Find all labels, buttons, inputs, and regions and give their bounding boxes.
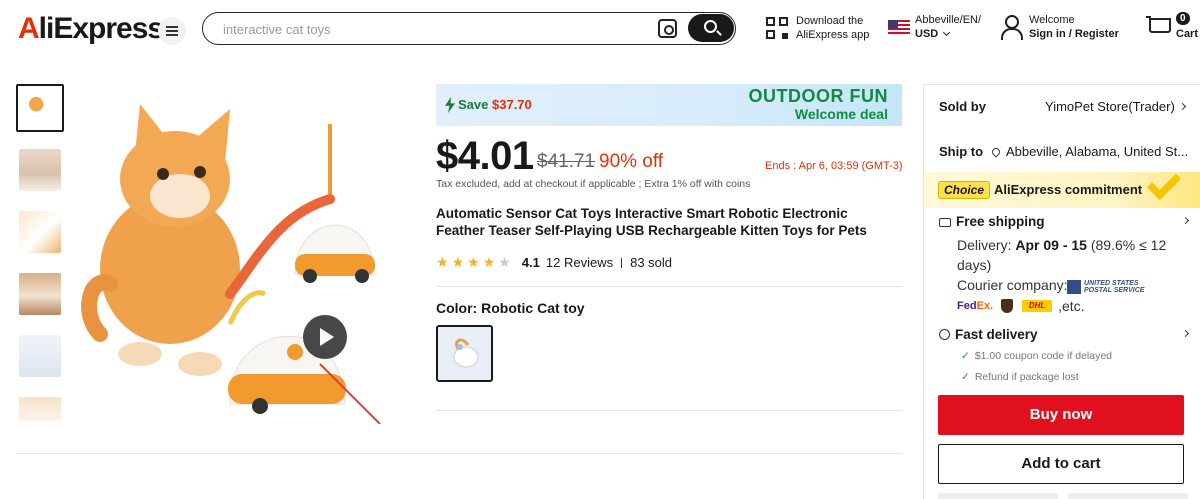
- courier-logos: FedEx. DHL ,etc.: [957, 298, 1085, 314]
- perk-item: ✓ $1.00 coupon code if delayed: [961, 350, 1113, 362]
- divider: [436, 286, 902, 287]
- commitment-label: AliExpress commitment: [994, 182, 1143, 197]
- locale-selector[interactable]: Abbeville/EN/ USD: [888, 13, 981, 41]
- signin-link[interactable]: Sign in / Register: [1029, 27, 1119, 41]
- fedex-logo: FedEx.: [957, 300, 994, 312]
- search-icon: [704, 20, 717, 33]
- thumbnail[interactable]: [16, 84, 64, 132]
- sold-by-label: Sold by: [939, 99, 986, 114]
- chevron-down-icon: [943, 28, 951, 37]
- sold-count: 83 sold: [630, 255, 673, 270]
- free-shipping-row[interactable]: Free shipping: [939, 214, 1045, 229]
- menu-icon[interactable]: [158, 17, 186, 45]
- play-video-icon[interactable]: [303, 315, 347, 359]
- tax-note: Tax excluded, add at checkout if applica…: [436, 178, 751, 190]
- divider: [16, 453, 902, 454]
- clock-icon: [939, 329, 950, 340]
- star-icon: ★: [451, 254, 465, 270]
- share-button[interactable]: [938, 493, 1058, 499]
- buy-now-button[interactable]: Buy now: [938, 395, 1184, 435]
- welcome-text: Welcome: [1029, 14, 1075, 26]
- us-flag-icon: [888, 20, 910, 34]
- courier-label: Courier company:: [957, 277, 1068, 293]
- ship-to-selector[interactable]: Abbeville, Alabama, United St...: [990, 144, 1188, 159]
- choice-commitment-bar[interactable]: Choice AliExpress commitment: [924, 166, 1200, 208]
- chevron-right-icon: [1178, 102, 1186, 111]
- thumbnail[interactable]: [16, 394, 64, 424]
- divider: [436, 410, 902, 411]
- star-icon: ★: [498, 254, 511, 270]
- cart-count-badge: 0: [1176, 12, 1190, 25]
- promo-banner[interactable]: Save $37.70 OUTDOOR FUN Welcome deal: [436, 84, 902, 126]
- add-to-cart-button[interactable]: Add to cart: [938, 444, 1184, 484]
- current-price: $4.01: [436, 134, 534, 178]
- usps-logo: UNITED STATES POSTAL SERVICE: [1067, 280, 1144, 294]
- color-swatch-robotic-cat-toy[interactable]: [436, 325, 493, 382]
- promo-headline: OUTDOOR FUN Welcome deal: [748, 86, 889, 122]
- product-title: Automatic Sensor Cat Toys Interactive Sm…: [436, 206, 867, 238]
- check-icon: ✓: [961, 350, 970, 362]
- discount-badge: 90% off: [599, 151, 664, 172]
- locale-line1: Abbeville/EN/: [915, 14, 982, 26]
- check-icon: [1147, 166, 1181, 200]
- courier-etc: ,etc.: [1058, 298, 1085, 314]
- download-line2: AliExpress app: [796, 29, 870, 41]
- ups-logo: [1001, 299, 1014, 313]
- dhl-logo: DHL: [1022, 300, 1053, 312]
- account-menu[interactable]: Welcome Sign in / Register: [1000, 13, 1119, 41]
- thumbnail[interactable]: [16, 208, 64, 256]
- wishlist-button[interactable]: [1068, 493, 1188, 499]
- cart-icon: [1146, 14, 1171, 36]
- user-icon: [1000, 13, 1023, 40]
- star-icon: ★: [467, 254, 480, 270]
- aliexpress-logo[interactable]: AliExpress: [18, 12, 164, 46]
- thumbnail-list: [16, 84, 64, 438]
- main-product-image[interactable]: [80, 84, 420, 425]
- star-icon: ★: [436, 254, 449, 270]
- color-label: Color: Robotic Cat toy: [436, 300, 585, 316]
- download-line1: Download the: [796, 15, 864, 27]
- rating-score: 4.1: [521, 255, 540, 270]
- thumbnail[interactable]: [16, 332, 64, 380]
- lightning-icon: [445, 97, 455, 113]
- purchase-panel: Sold by YimoPet Store(Trader) Ship to Ab…: [923, 84, 1200, 499]
- save-text: Save $37.70: [458, 97, 532, 112]
- thumbnail[interactable]: [16, 270, 64, 318]
- store-link[interactable]: YimoPet Store(Trader): [1045, 99, 1186, 114]
- thumbnail[interactable]: [16, 146, 64, 194]
- perk-item: ✓ Refund if package lost: [961, 371, 1079, 383]
- header: AliExpress Download the AliExpress app A…: [0, 0, 1200, 60]
- deal-end-time: Ends : Apr 6, 03:59 (GMT-3): [765, 160, 903, 172]
- original-price: $41.71: [537, 151, 596, 172]
- chevron-right-icon[interactable]: [1181, 329, 1190, 338]
- location-pin-icon: [990, 146, 1002, 158]
- cart-label[interactable]: Cart: [1176, 28, 1198, 40]
- search-input[interactable]: [223, 19, 623, 39]
- fast-delivery-row[interactable]: Fast delivery: [939, 327, 1038, 342]
- search-button[interactable]: [688, 14, 734, 42]
- cart-button[interactable]: [1146, 14, 1171, 36]
- ship-to-label: Ship to: [939, 144, 984, 159]
- download-app-link[interactable]: Download the AliExpress app: [766, 14, 869, 42]
- check-icon: ✓: [961, 371, 970, 383]
- currency-label: USD: [915, 28, 939, 40]
- reviews-link[interactable]: 12 Reviews: [546, 255, 613, 270]
- image-search-icon[interactable]: [658, 19, 677, 38]
- separator: [621, 257, 623, 268]
- rating-row[interactable]: ★ ★ ★ ★ ★ 4.1 12 Reviews 83 sold: [436, 254, 672, 271]
- choice-badge: Choice: [938, 181, 991, 199]
- qr-code-icon: [766, 17, 788, 39]
- star-icon: ★: [482, 254, 496, 270]
- truck-icon: [939, 218, 951, 227]
- search-bar: [202, 12, 736, 45]
- delivery-estimate: Delivery: Apr 09 - 15 (89.6% ≤ 12 days): [957, 237, 1167, 273]
- chevron-right-icon[interactable]: [1181, 216, 1190, 225]
